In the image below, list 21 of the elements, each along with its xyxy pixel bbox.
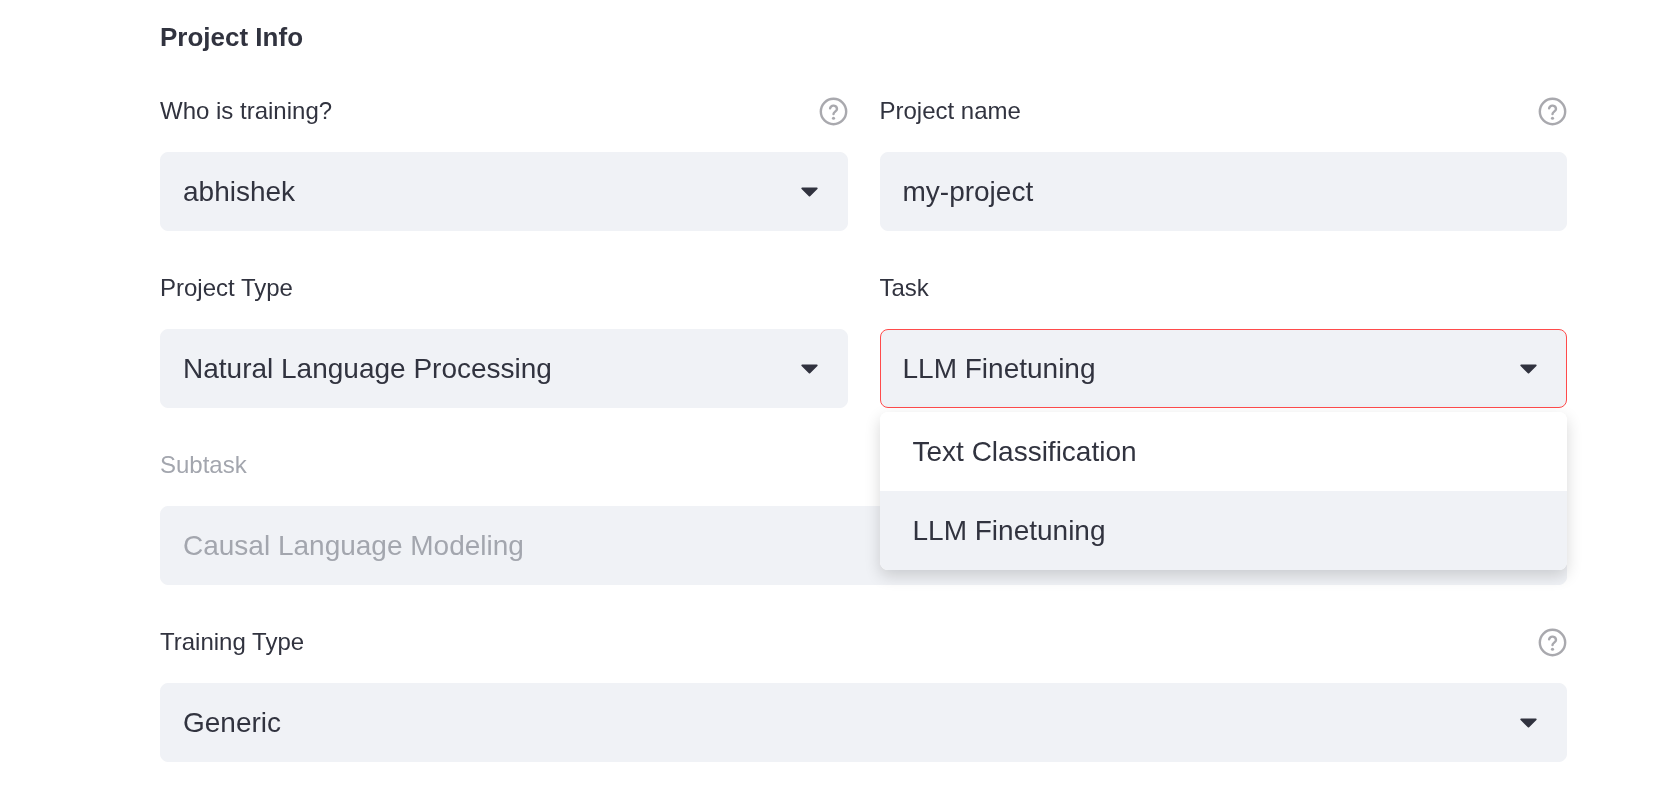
dropdown-field[interactable]: Natural Language Processing <box>160 329 848 408</box>
field-label: Who is training? <box>160 96 333 126</box>
field-label: Project name <box>879 96 1021 126</box>
caret-icon <box>1519 363 1538 374</box>
field-label: Project Type <box>160 273 293 303</box>
text-field[interactable]: my-project <box>879 152 1567 231</box>
help-icon[interactable] <box>1538 627 1567 657</box>
dropdown-field[interactable]: Generic <box>160 683 1567 762</box>
help-icon[interactable] <box>1538 96 1567 126</box>
dropdown-field[interactable]: LLM Finetuning <box>879 329 1567 408</box>
menu-option[interactable]: LLM Finetuning <box>879 491 1567 570</box>
caret-icon <box>799 363 819 374</box>
field-label: Task <box>879 273 929 303</box>
dropdown-field[interactable]: abhishek <box>160 152 848 231</box>
caret-icon <box>1519 717 1538 728</box>
section-heading: Project Info <box>160 21 303 54</box>
help-icon[interactable] <box>818 96 848 126</box>
caret-icon <box>799 186 819 197</box>
menu-option[interactable]: Text Classification <box>879 412 1567 491</box>
field-label: Training Type <box>160 627 305 657</box>
field-label: Subtask <box>160 450 247 480</box>
